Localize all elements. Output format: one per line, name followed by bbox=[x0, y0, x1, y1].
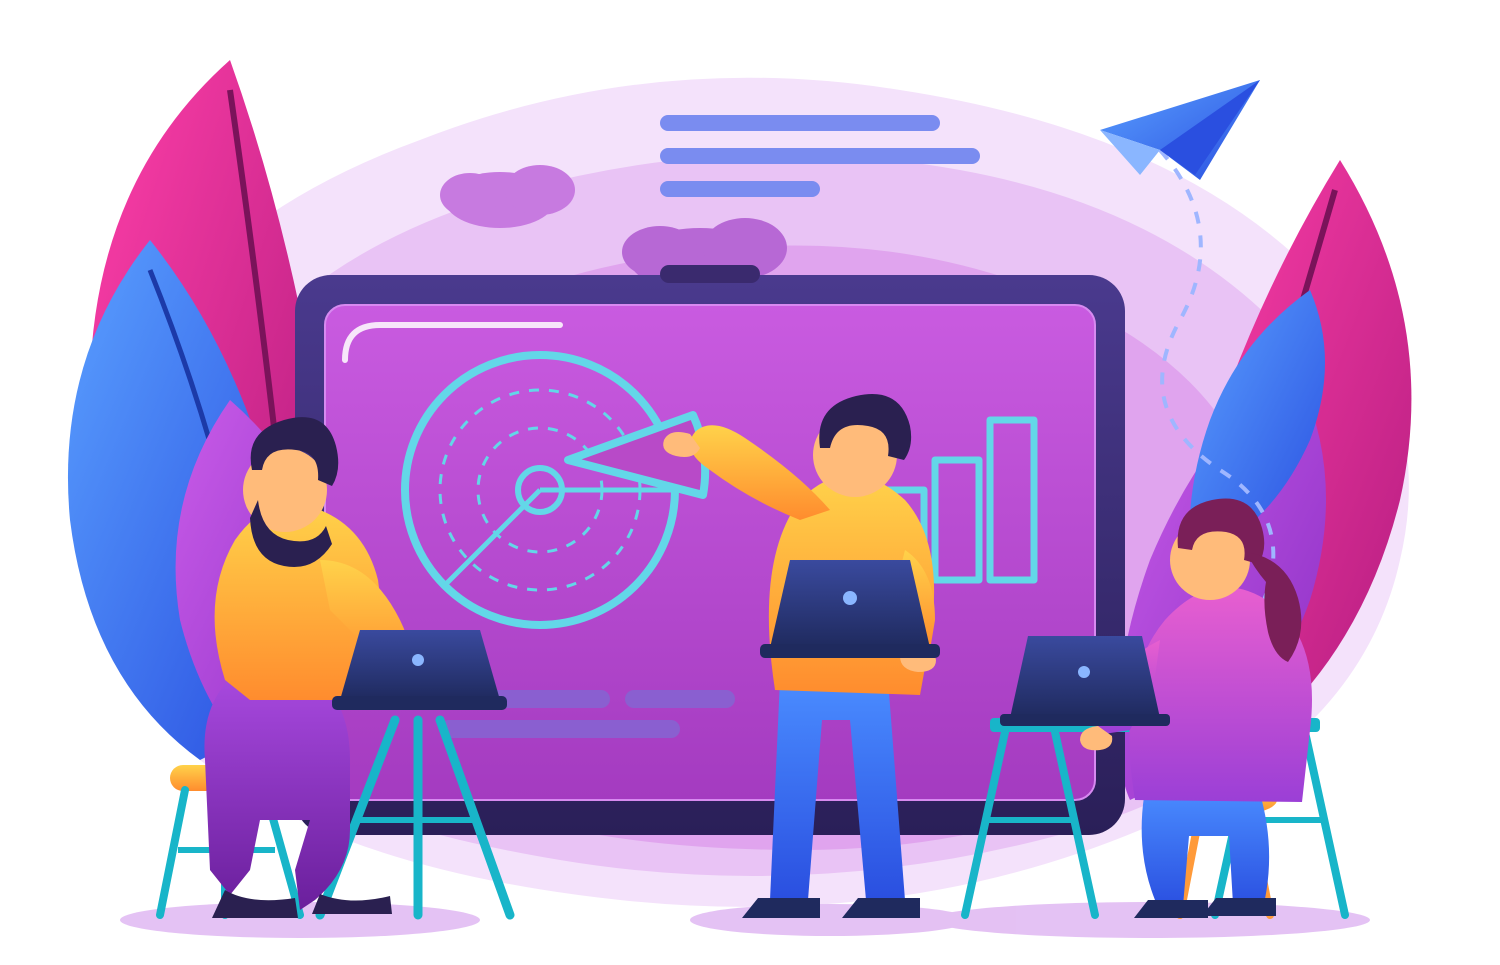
laptop-icon bbox=[332, 630, 507, 710]
laptop-icon bbox=[1000, 636, 1170, 726]
laptop-icon bbox=[760, 560, 940, 658]
illustration-root bbox=[0, 0, 1500, 965]
